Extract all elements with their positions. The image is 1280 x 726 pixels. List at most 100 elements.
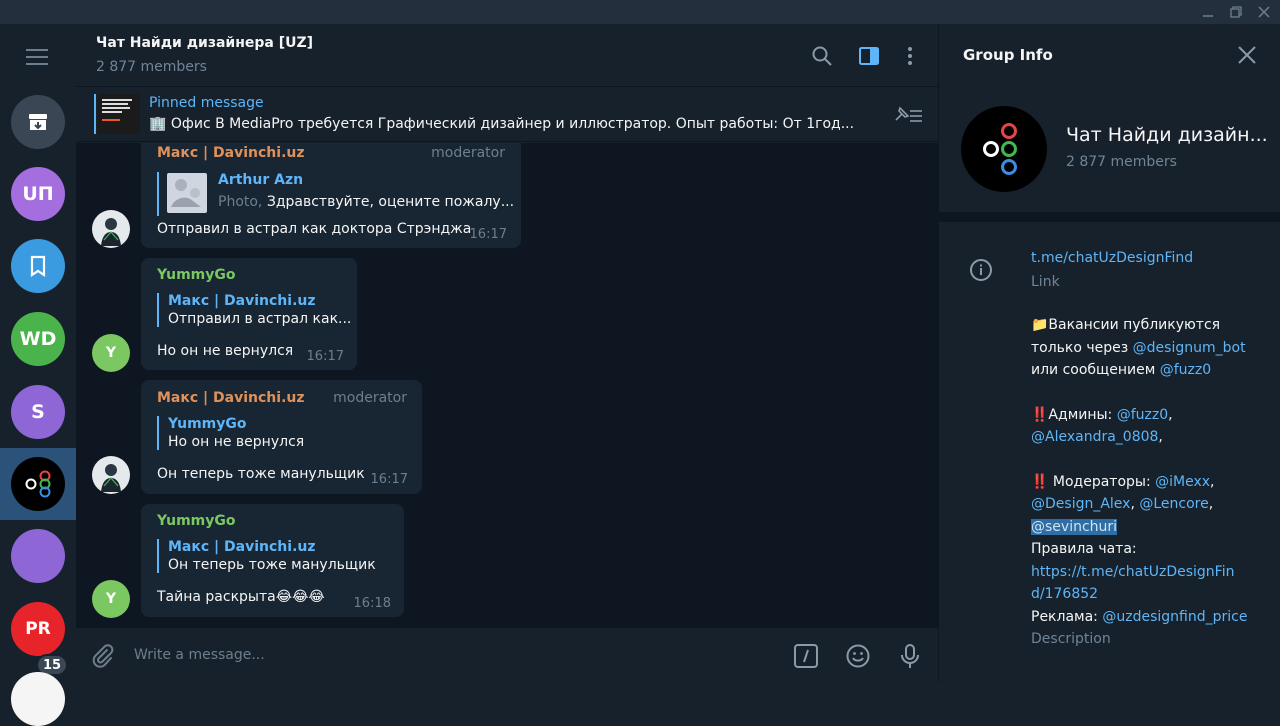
section-divider: [939, 212, 1280, 222]
desc-line: @sevinchuri: [1031, 516, 1261, 539]
message-text: Он теперь тоже манульщик: [157, 466, 365, 482]
mention-link[interactable]: @Lencore: [1139, 496, 1208, 512]
mention-link[interactable]: @Design_Alex: [1031, 496, 1130, 512]
message-sender[interactable]: YummyGo: [157, 513, 236, 529]
close-window-icon[interactable]: [1256, 4, 1272, 20]
chat-avatar-s[interactable]: S: [11, 385, 65, 439]
reply-quote[interactable]: Макс | Davinchi.uz Отправил в астрал как…: [157, 293, 351, 327]
chat-title[interactable]: Чат Найди дизайнера [UZ]: [96, 35, 313, 51]
mention-link[interactable]: @fuzz0: [1160, 362, 1211, 378]
design-group-logo-icon: [983, 123, 1017, 175]
messages-area: Макс | Davinchi.uz moderator Arthur Azn …: [76, 143, 938, 628]
hamburger-menu-icon[interactable]: [22, 46, 54, 68]
rules-link[interactable]: https://t.me/chatUzDesignFin: [1031, 561, 1261, 584]
design-group-logo-icon: [25, 470, 51, 498]
restore-icon[interactable]: [1228, 4, 1244, 20]
chat-avatar-up[interactable]: UП: [11, 167, 65, 221]
more-options-icon[interactable]: [898, 44, 922, 68]
saved-messages-avatar[interactable]: [11, 239, 65, 293]
desc-line: только через @designum_bot: [1031, 339, 1246, 356]
group-members: 2 877 members: [1066, 154, 1177, 170]
chat-list-column: UП WD S PR 15: [0, 24, 76, 726]
rules-link[interactable]: d/176852: [1031, 583, 1261, 606]
message-bubble[interactable]: YummyGo Макс | Davinchi.uz Отправил в ас…: [141, 258, 357, 370]
reply-sender: YummyGo: [168, 416, 247, 432]
message-role: moderator: [333, 390, 407, 406]
bookmark-icon: [30, 255, 46, 278]
chat-avatar-white[interactable]: [11, 672, 65, 726]
message-text: Тайна раскрыта😂😂😂: [157, 589, 325, 605]
mention-link[interactable]: @iMexx: [1155, 474, 1210, 490]
reply-quote[interactable]: Макс | Davinchi.uz Он теперь тоже мануль…: [157, 539, 387, 573]
chat-header: Чат Найди дизайнера [UZ] 2 877 members: [76, 24, 938, 87]
message-bubble[interactable]: Макс | Davinchi.uz moderator Arthur Azn …: [141, 143, 521, 248]
sender-avatar-yummygo[interactable]: Y: [92, 334, 130, 372]
group-link[interactable]: t.me/chatUzDesignFind: [1031, 250, 1193, 266]
message-sender[interactable]: Макс | Davinchi.uz: [157, 390, 305, 406]
group-avatar[interactable]: [961, 106, 1047, 192]
chat-avatar-pr-media[interactable]: PR: [11, 602, 65, 656]
sender-avatar-yummygo[interactable]: Y: [92, 580, 130, 618]
message-text: Отправил в астрал как доктора Стрэнджа: [157, 221, 472, 237]
microphone-icon[interactable]: [896, 642, 924, 670]
reply-quote[interactable]: Arthur Azn Photo, Здравствуйте, оцените …: [157, 172, 514, 216]
chat-avatar-wd[interactable]: WD: [11, 312, 65, 366]
message-time: 16:18: [353, 596, 391, 611]
reply-media-prefix: Photo,: [218, 194, 267, 210]
mention-link[interactable]: @uzdesignfind_price: [1102, 609, 1247, 625]
close-icon[interactable]: [1236, 44, 1258, 66]
message-time: 16:17: [370, 472, 408, 487]
desc-line: Правила чата:: [1031, 541, 1137, 557]
message-role: moderator: [431, 145, 505, 161]
group-link-label: Link: [1031, 274, 1060, 290]
chat-avatar-purple[interactable]: [11, 529, 65, 583]
group-info-panel: Group Info Чат Найди дизайн... 2 877 mem…: [938, 24, 1280, 682]
bot-commands-icon[interactable]: [792, 642, 820, 670]
desc-line: или сообщением @fuzz0: [1031, 362, 1212, 378]
attach-icon[interactable]: [89, 642, 117, 670]
info-icon: [969, 258, 993, 282]
reply-sender: Arthur Azn: [218, 172, 304, 188]
window-titlebar: [0, 0, 1280, 24]
message-time: 16:17: [469, 227, 507, 242]
message-input[interactable]: [134, 643, 734, 667]
chat-avatar-design-group[interactable]: [11, 457, 65, 511]
group-description: 📁Вакансии публикуются только через @desi…: [1031, 314, 1261, 628]
portrait-icon: [92, 210, 130, 248]
sidebar-toggle-icon[interactable]: [857, 44, 881, 68]
reply-quote[interactable]: YummyGo Но он не вернулся: [157, 416, 407, 450]
mention-link-selected[interactable]: @sevinchuri: [1031, 518, 1118, 535]
message-sender[interactable]: YummyGo: [157, 267, 236, 283]
archive-chat-avatar[interactable]: [11, 95, 65, 149]
archive-icon: [29, 114, 47, 130]
message-bubble[interactable]: YummyGo Макс | Davinchi.uz Он теперь тож…: [141, 504, 404, 617]
reply-text: Но он не вернулся: [168, 434, 305, 450]
emoji-icon[interactable]: [844, 642, 872, 670]
pinned-thumbnail: [98, 94, 140, 134]
reply-body: Здравствуйте, оцените пожалу...: [266, 194, 515, 210]
desc-line: ‼️Админы: @fuzz0,: [1031, 406, 1173, 423]
mention-link[interactable]: @fuzz0: [1117, 407, 1168, 423]
pinned-accent-bar: [94, 94, 96, 134]
message-bubble[interactable]: Макс | Davinchi.uz moderator YummyGo Но …: [141, 380, 422, 494]
search-icon[interactable]: [810, 44, 834, 68]
pinned-list-icon[interactable]: [892, 104, 924, 126]
portrait-icon: [92, 456, 130, 494]
message-sender[interactable]: Макс | Davinchi.uz: [157, 145, 305, 161]
message-time: 16:17: [306, 349, 344, 364]
reply-text: Он теперь тоже манульщик: [168, 557, 376, 573]
reply-sender: Макс | Davinchi.uz: [168, 293, 316, 309]
pinned-message-bar[interactable]: Pinned message 🏢 Офис В MediaPro требует…: [76, 88, 938, 142]
pinned-title: Pinned message: [149, 95, 264, 111]
group-name: Чат Найди дизайн...: [1066, 124, 1266, 146]
message-composer: [76, 628, 938, 682]
desc-line: @Design_Alex, @Lencore,: [1031, 496, 1214, 512]
minimize-icon[interactable]: [1200, 4, 1216, 20]
mention-link[interactable]: @designum_bot: [1133, 340, 1246, 356]
mention-link[interactable]: @Alexandra_0808: [1031, 429, 1158, 445]
desc-line: 📁Вакансии публикуются: [1031, 317, 1221, 333]
sender-avatar-maks[interactable]: [92, 210, 130, 248]
sender-avatar-maks[interactable]: [92, 456, 130, 494]
reply-photo-thumbnail: [167, 173, 207, 213]
reply-text: Photo, Здравствуйте, оцените пожалу...: [218, 194, 514, 210]
